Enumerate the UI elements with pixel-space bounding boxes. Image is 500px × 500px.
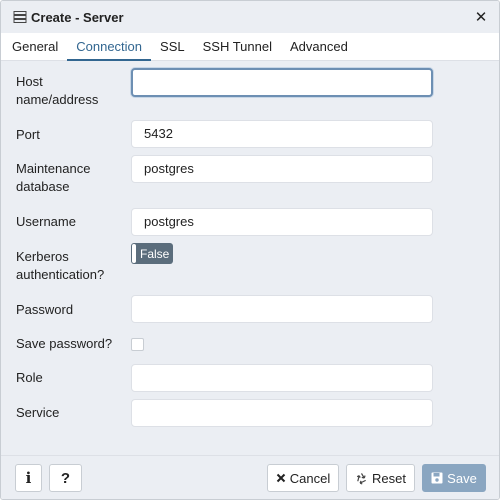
username-input[interactable]: postgres: [131, 208, 433, 236]
save-button[interactable]: Save: [422, 464, 486, 492]
dialog-titlebar: Create - Server ✕: [1, 1, 499, 33]
tab-ssh-tunnel[interactable]: SSH Tunnel: [194, 39, 281, 60]
maintenance-db-input[interactable]: postgres: [131, 155, 433, 183]
cancel-label: Cancel: [289, 470, 331, 486]
help-button[interactable]: ?: [49, 464, 82, 492]
reset-label: Reset: [372, 470, 406, 486]
password-input[interactable]: [131, 295, 433, 323]
connection-form: Host name/address Port 5432 Maintenance …: [1, 61, 499, 455]
floppy-disk-icon: [431, 472, 443, 484]
server-icon: [13, 10, 27, 24]
port-input[interactable]: 5432: [131, 120, 433, 148]
dialog-footer: i ? Cancel Reset Save: [1, 455, 499, 499]
host-input[interactable]: [131, 68, 433, 97]
toggle-label: False: [140, 246, 170, 261]
dialog-title: Create - Server: [31, 9, 124, 25]
role-label: Role: [16, 370, 43, 385]
service-label: Service: [16, 405, 60, 420]
save-password-checkbox[interactable]: [131, 338, 144, 351]
host-label: Host name/address: [16, 74, 99, 107]
times-icon: [276, 473, 286, 483]
maintenance-db-label: Maintenance database: [16, 161, 91, 194]
info-button[interactable]: i: [15, 464, 42, 492]
kerberos-label: Kerberos authentication?: [16, 249, 105, 282]
reset-button[interactable]: Reset: [346, 464, 415, 492]
save-label: Save: [447, 470, 477, 486]
role-input[interactable]: [131, 364, 433, 392]
tab-general[interactable]: General: [3, 39, 67, 60]
close-icon[interactable]: ✕: [473, 9, 489, 26]
cancel-button[interactable]: Cancel: [267, 464, 339, 492]
create-server-dialog: Create - Server ✕ General Connection SSL…: [0, 0, 500, 500]
tab-advanced[interactable]: Advanced: [281, 39, 357, 60]
save-password-label: Save password?: [16, 336, 113, 351]
kerberos-toggle[interactable]: False: [131, 243, 173, 264]
port-label: Port: [16, 127, 40, 142]
question-icon: ?: [60, 469, 71, 487]
tab-ssl[interactable]: SSL: [151, 39, 194, 60]
tab-bar: General Connection SSL SSH Tunnel Advanc…: [1, 33, 499, 61]
toggle-knob: [132, 244, 136, 263]
tab-connection[interactable]: Connection: [67, 39, 151, 61]
service-input[interactable]: [131, 399, 433, 427]
recycle-icon: [355, 472, 368, 485]
username-label: Username: [16, 214, 76, 229]
password-label: Password: [16, 302, 74, 317]
info-icon: i: [25, 469, 32, 487]
